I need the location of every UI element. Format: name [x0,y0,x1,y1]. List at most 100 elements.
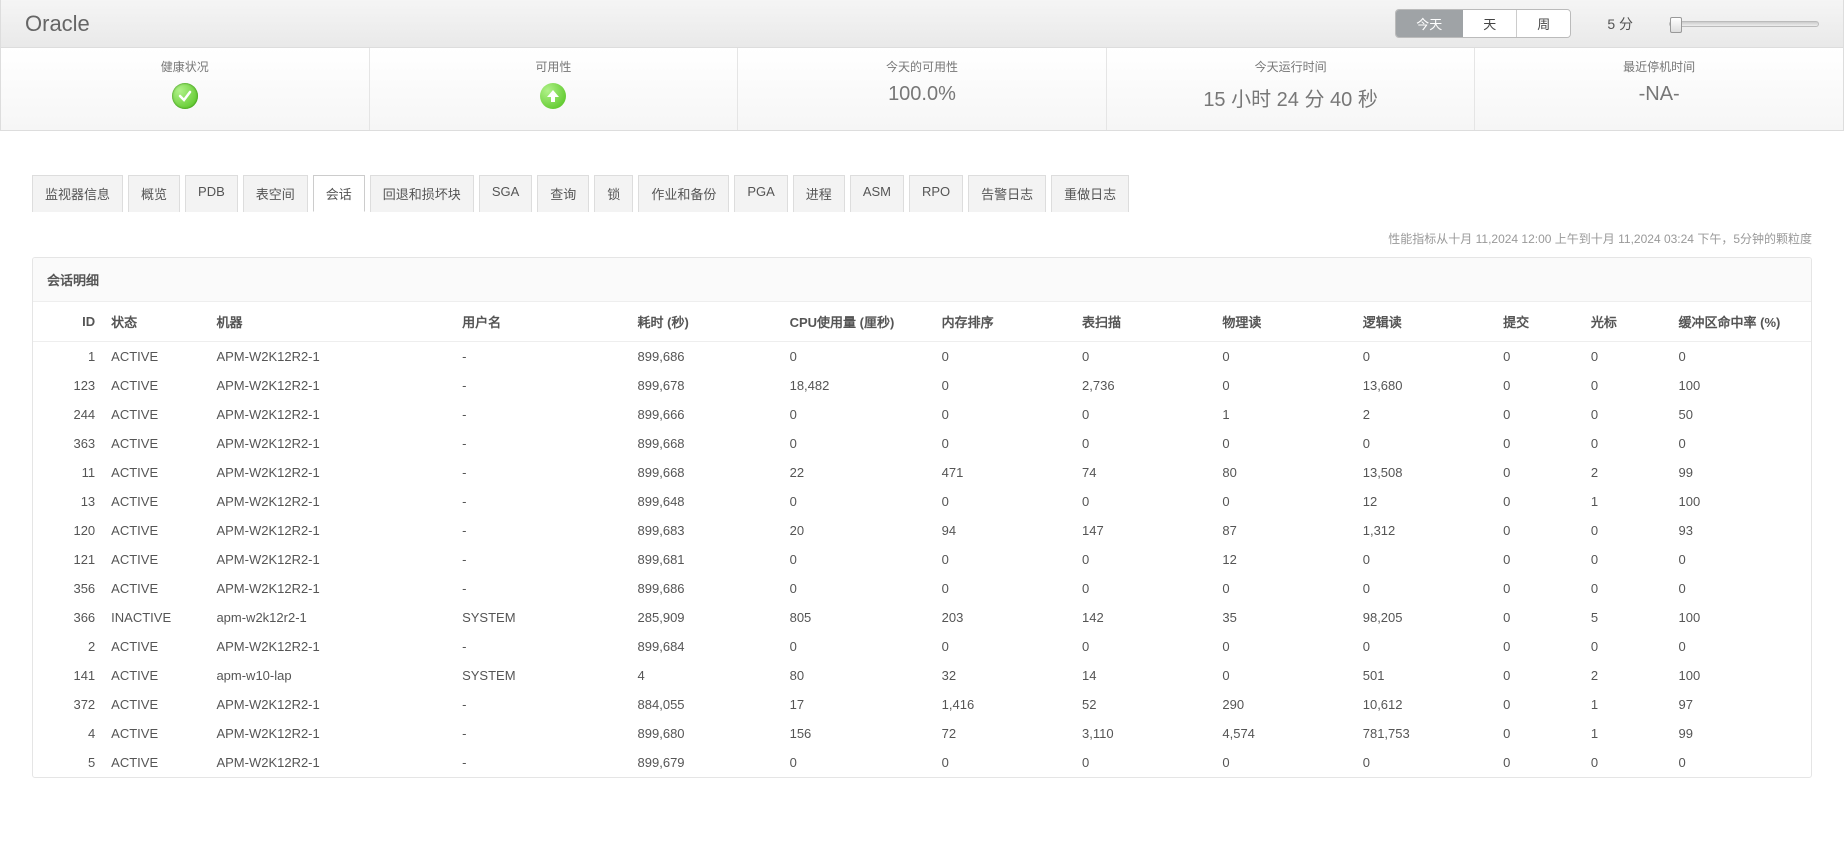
cell: 120 [33,516,103,545]
tab-概览[interactable]: 概览 [128,175,180,212]
cell: 0 [934,342,1074,372]
tab-表空间[interactable]: 表空间 [243,175,308,212]
table-row[interactable]: 4ACTIVEAPM-W2K12R2-1-899,680156723,1104,… [33,719,1811,748]
col-header[interactable]: 用户名 [454,302,629,342]
table-row[interactable]: 120ACTIVEAPM-W2K12R2-1-899,6832094147871… [33,516,1811,545]
col-header[interactable]: 逻辑读 [1355,302,1495,342]
tab-RPO[interactable]: RPO [909,175,963,212]
table-row[interactable]: 372ACTIVEAPM-W2K12R2-1-884,055171,416522… [33,690,1811,719]
cell: 100 [1671,487,1811,516]
cell: 1,312 [1355,516,1495,545]
table-row[interactable]: 121ACTIVEAPM-W2K12R2-1-899,681000120000 [33,545,1811,574]
cell: 290 [1214,690,1354,719]
col-header[interactable]: ID [33,302,103,342]
cell: 12 [1355,487,1495,516]
col-header[interactable]: 缓冲区命中率 (%) [1671,302,1811,342]
cell: 2 [1583,661,1671,690]
slider-thumb[interactable] [1670,17,1682,33]
cell: apm-w10-lap [208,661,454,690]
tab-进程[interactable]: 进程 [793,175,845,212]
col-header[interactable]: CPU使用量 (厘秒) [782,302,934,342]
table-row[interactable]: 5ACTIVEAPM-W2K12R2-1-899,67900000000 [33,748,1811,777]
cell: 20 [782,516,934,545]
cell: ACTIVE [103,371,208,400]
tab-锁[interactable]: 锁 [594,175,633,212]
cell: APM-W2K12R2-1 [208,487,454,516]
table-row[interactable]: 13ACTIVEAPM-W2K12R2-1-899,64800001201100 [33,487,1811,516]
table-row[interactable]: 141ACTIVEapm-w10-lapSYSTEM48032140501021… [33,661,1811,690]
cell: 0 [1214,661,1354,690]
cell: 899,686 [630,342,782,372]
table-header-row: ID状态机器用户名耗时 (秒)CPU使用量 (厘秒)内存排序表扫描物理读逻辑读提… [33,302,1811,342]
cell: 0 [934,632,1074,661]
cell: APM-W2K12R2-1 [208,400,454,429]
tab-SGA[interactable]: SGA [479,175,532,212]
time-tab-2[interactable]: 周 [1517,10,1570,37]
cell: 0 [1495,342,1583,372]
tab-作业和备份[interactable]: 作业和备份 [638,175,729,212]
cell: 0 [1495,487,1583,516]
cell: 0 [782,748,934,777]
table-row[interactable]: 2ACTIVEAPM-W2K12R2-1-899,68400000000 [33,632,1811,661]
tab-回退和损坏块[interactable]: 回退和损坏块 [370,175,474,212]
cell: APM-W2K12R2-1 [208,690,454,719]
granularity-slider[interactable] [1669,21,1819,27]
col-header[interactable]: 内存排序 [934,302,1074,342]
time-tab-1[interactable]: 天 [1463,10,1517,37]
col-header[interactable]: 提交 [1495,302,1583,342]
table-row[interactable]: 363ACTIVEAPM-W2K12R2-1-899,66800000000 [33,429,1811,458]
tab-重做日志[interactable]: 重做日志 [1051,175,1129,212]
cell: 0 [782,545,934,574]
col-header[interactable]: 表扫描 [1074,302,1214,342]
cell: 1 [33,342,103,372]
col-header[interactable]: 物理读 [1214,302,1354,342]
cell: ACTIVE [103,719,208,748]
col-header[interactable]: 耗时 (秒) [630,302,782,342]
cell: 0 [934,487,1074,516]
cell: 0 [1583,574,1671,603]
cell: 123 [33,371,103,400]
tab-告警日志[interactable]: 告警日志 [968,175,1046,212]
cell: 899,680 [630,719,782,748]
cell: 0 [1495,516,1583,545]
cell: ACTIVE [103,458,208,487]
cell: APM-W2K12R2-1 [208,458,454,487]
cell: apm-w2k12r2-1 [208,603,454,632]
cell: 4 [33,719,103,748]
col-header[interactable]: 光标 [1583,302,1671,342]
cell: 18,482 [782,371,934,400]
metric-uptime: 今天运行时间 15 小时 24 分 40 秒 [1107,48,1476,130]
table-row[interactable]: 356ACTIVEAPM-W2K12R2-1-899,68600000000 [33,574,1811,603]
cell: 156 [782,719,934,748]
metric-label: 健康状况 [5,58,365,75]
table-row[interactable]: 123ACTIVEAPM-W2K12R2-1-899,67818,48202,7… [33,371,1811,400]
cell: 899,648 [630,487,782,516]
table-row[interactable]: 366INACTIVEapm-w2k12r2-1SYSTEM285,909805… [33,603,1811,632]
table-row[interactable]: 11ACTIVEAPM-W2K12R2-1-899,66822471748013… [33,458,1811,487]
cell: 0 [1495,371,1583,400]
tab-PDB[interactable]: PDB [185,175,238,212]
tab-查询[interactable]: 查询 [537,175,589,212]
cell: 12 [1214,545,1354,574]
cell: SYSTEM [454,661,629,690]
col-header[interactable]: 机器 [208,302,454,342]
cell: 0 [782,487,934,516]
tab-ASM[interactable]: ASM [850,175,904,212]
cell: 13,508 [1355,458,1495,487]
cell: ACTIVE [103,748,208,777]
tab-PGA[interactable]: PGA [734,175,787,212]
cell: 72 [934,719,1074,748]
table-row[interactable]: 244ACTIVEAPM-W2K12R2-1-899,666000120050 [33,400,1811,429]
tab-会话[interactable]: 会话 [313,175,365,212]
cell: 4 [630,661,782,690]
tab-监视器信息[interactable]: 监视器信息 [32,175,123,212]
cell: 50 [1671,400,1811,429]
time-tab-0[interactable]: 今天 [1396,10,1463,37]
col-header[interactable]: 状态 [103,302,208,342]
cell: 0 [1583,400,1671,429]
cell: 4,574 [1214,719,1354,748]
cell: 17 [782,690,934,719]
cell: 2 [1355,400,1495,429]
table-row[interactable]: 1ACTIVEAPM-W2K12R2-1-899,68600000000 [33,342,1811,372]
cell: 0 [1214,574,1354,603]
